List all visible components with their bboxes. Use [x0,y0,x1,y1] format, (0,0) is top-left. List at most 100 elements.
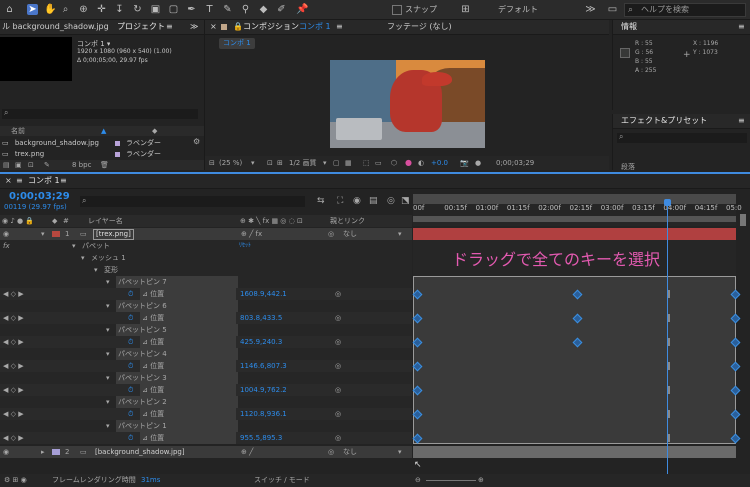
type-tool-icon[interactable]: T [204,4,215,15]
flowchart-icon[interactable]: ⚙ [193,137,200,146]
puppet-pin-tool-icon[interactable]: 📌 [296,4,308,15]
roto-brush-icon[interactable]: ✐ [276,4,287,15]
region-of-interest-icon[interactable]: ▢ [333,157,340,169]
keyframe-nav-icon[interactable]: ◀ ◇ ▶ [3,288,24,300]
show-snapshot-icon[interactable]: ● [475,157,481,169]
panel-menu-icon[interactable]: ≡ [166,20,173,34]
workspace-label[interactable]: デフォルト [498,4,538,15]
expand-arrow-icon[interactable]: ▾ [106,372,110,384]
deform-row[interactable]: ▾ 変形 [0,264,412,276]
label-column-icon[interactable]: ◆ [152,126,157,136]
position-property-row[interactable]: ◀ ◇ ▶ ⏱ ⊿ 位置 425.9,240.3 ◎ [0,336,412,348]
position-property-row[interactable]: ◀ ◇ ▶ ⏱ ⊿ 位置 803.8,433.5 ◎ [0,312,412,324]
reset-link[interactable]: ﾘｾｯﾄ [239,240,251,252]
position-value[interactable]: 1004.9,762.2 [240,384,287,396]
camera-tool-icon[interactable]: ▣ [150,4,161,15]
3d-renderer-icon[interactable]: ⬡ [391,157,397,169]
dolly-tool-icon[interactable]: ↧ [114,4,125,15]
effects-search-input[interactable]: ⌕ [617,132,747,143]
stopwatch-icon[interactable]: ⏱ [128,408,133,420]
orbit-tool-icon[interactable]: ⊕ [78,4,89,15]
visibility-eye-icon[interactable]: ◉ [3,228,9,240]
trex-layer-bar[interactable] [413,228,736,240]
zoom-dropdown[interactable]: (25 %) [219,157,255,169]
expression-pickwhip-icon[interactable]: ◎ [335,312,341,324]
zoom-slider[interactable] [426,480,476,481]
puppet-pin-row[interactable]: ▾ パペットピン 6 [0,300,412,312]
pen-tool-icon[interactable]: ✒ [186,4,197,15]
position-property-row[interactable]: ◀ ◇ ▶ ⏱ ⊿ 位置 1146.6,807.3 ◎ [0,360,412,372]
keyframe-nav-icon[interactable]: ◀ ◇ ▶ [3,408,24,420]
expression-pickwhip-icon[interactable]: ◎ [335,384,341,396]
project-search-input[interactable]: ⌕ [2,108,198,119]
hand-tool-icon[interactable]: ✋ [44,4,56,15]
parent-pickwhip-icon[interactable]: ◎ [328,228,334,240]
pan-tool-icon[interactable]: ✛ [96,4,107,15]
viewer-timecode[interactable]: 0;00;03;29 [496,157,534,169]
panel-expand-icon[interactable]: ≫ [190,20,198,34]
quality-dropdown-arrow-icon[interactable]: ▾ [323,157,327,169]
expand-arrow-icon[interactable]: ▾ [106,276,110,288]
interpret-footage-icon[interactable]: ▤ [3,160,10,170]
expand-arrow-icon[interactable]: ▾ [106,348,110,360]
stopwatch-icon[interactable]: ⏱ [128,432,133,444]
puppet-pin-row[interactable]: ▾ パペットピン 3 [0,372,412,384]
mesh-row[interactable]: ▾ メッシュ 1 [0,252,412,264]
composition-tab-comp[interactable]: コンポ 1 [299,20,331,34]
effects-tab[interactable]: エフェクト&プリセット [621,116,707,125]
layer-switches-icon[interactable]: ⊕ ╱ fx [241,228,262,240]
panel-menu-icon[interactable]: ≡ [738,114,745,128]
position-value[interactable]: 1146.6,807.3 [240,360,287,372]
snap-checkbox[interactable] [392,5,402,15]
mask-visibility-icon[interactable]: ⬚ [363,157,370,169]
position-property-row[interactable]: ◀ ◇ ▶ ⏱ ⊿ 位置 955.5,895.3 ◎ [0,432,412,444]
parent-link-column-header[interactable]: 親とリンク [330,215,365,227]
reset-exposure-icon[interactable]: ◐ [418,157,424,169]
parent-pickwhip-icon[interactable]: ◎ [328,446,334,458]
expand-arrow-icon[interactable]: ▾ [94,264,98,276]
expression-pickwhip-icon[interactable]: ◎ [335,432,341,444]
transparency-grid-icon[interactable]: ▦ [345,157,352,169]
zoom-tool-icon[interactable]: ⌕ [60,4,71,15]
keyframe-nav-icon[interactable]: ◀ ◇ ▶ [3,384,24,396]
layer-row-background[interactable]: ◉ ▸ 2 ▭ [background_shadow.jpg] ⊕ ╱ ◎ なし… [0,446,412,458]
always-preview-icon[interactable]: ⊟ [209,157,215,169]
motion-blur-icon[interactable]: ◎ [387,196,395,206]
stopwatch-icon[interactable]: ⏱ [128,384,133,396]
shy-layers-icon[interactable]: ◉ [353,196,361,206]
parent-dropdown[interactable]: なし [343,446,357,458]
mask-tool-icon[interactable]: ▢ [168,4,179,15]
layer-row-trex[interactable]: ◉ ▾ 1 ▭ [trex.png] ⊕ ╱ fx ◎ なし ▾ [0,228,412,240]
layer-name[interactable]: [background_shadow.jpg] [95,446,185,458]
expression-pickwhip-icon[interactable]: ◎ [335,336,341,348]
timeline-timecode[interactable]: 0;00;03;29 [9,191,70,202]
current-time-handle[interactable] [664,199,671,206]
rotate-tool-icon[interactable]: ↻ [132,4,143,15]
expression-pickwhip-icon[interactable]: ◎ [335,408,341,420]
bpc-label[interactable]: 8 bpc [72,160,91,170]
color-channels-icon[interactable]: ● [405,157,412,169]
quality-dropdown[interactable]: 1/2 画質 [289,157,317,169]
background-layer-bar[interactable] [413,446,736,458]
tab-menu-icon[interactable]: ≡ [60,174,67,188]
stopwatch-icon[interactable]: ⏱ [128,360,133,372]
panel-menu-icon[interactable]: ≡ [336,20,343,34]
keyframe-nav-icon[interactable]: ◀ ◇ ▶ [3,312,24,324]
file-tab[interactable]: ル background_shadow.jpg [2,22,109,31]
sort-arrow-icon[interactable]: ▲ [101,126,106,136]
fit-icon[interactable]: ⊡ [267,157,273,169]
view-layout-icon[interactable]: ▭ [375,157,382,169]
time-navigator[interactable] [413,216,736,222]
snapshot-icon[interactable]: 📷 [460,157,469,169]
puppet-pin-row[interactable]: ▾ パペットピン 5 [0,324,412,336]
position-value[interactable]: 955.5,895.3 [240,432,282,444]
position-property-row[interactable]: ◀ ◇ ▶ ⏱ ⊿ 位置 1608.9,442.1 ◎ [0,288,412,300]
comp-viewer-image[interactable] [330,60,485,148]
brush-tool-icon[interactable]: ✎ [222,4,233,15]
clone-tool-icon[interactable]: ⚲ [240,4,251,15]
stopwatch-icon[interactable]: ⏱ [128,288,133,300]
position-value[interactable]: 1608.9,442.1 [240,288,287,300]
name-column-header[interactable]: 名前 [11,126,25,136]
expression-pickwhip-icon[interactable]: ◎ [335,360,341,372]
expand-arrow-icon[interactable]: ▾ [72,240,76,252]
